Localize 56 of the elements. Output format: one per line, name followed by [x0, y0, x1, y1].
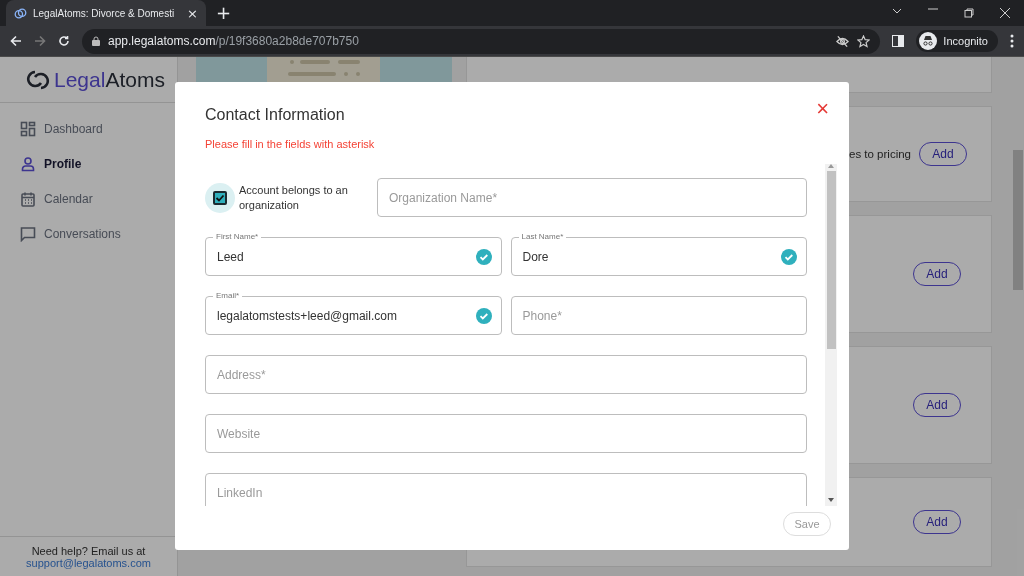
address-field[interactable]: app.legalatoms.com/p/19f3680a2b8de707b750: [82, 28, 881, 54]
eye-off-icon[interactable]: [836, 35, 850, 47]
dashboard-icon: [20, 121, 36, 137]
check-circle-icon: [475, 249, 492, 265]
check-circle-icon: [781, 249, 797, 265]
more-menu-icon[interactable]: [1010, 34, 1014, 48]
incognito-icon: [919, 32, 938, 50]
checkmark-icon: [215, 192, 225, 203]
add-button[interactable]: Add: [913, 510, 961, 534]
input-field[interactable]: Phone*: [510, 296, 807, 335]
input-field[interactable]: Address*: [205, 355, 807, 394]
calendar-icon: [20, 191, 36, 207]
incognito-button[interactable]: Incognito: [916, 30, 998, 52]
scroll-down-icon[interactable]: [828, 498, 834, 503]
support-email-link[interactable]: support@legalatoms.com: [26, 556, 151, 569]
help-text: Need help? Email us at: [31, 544, 146, 557]
nav-item[interactable]: Conversations: [20, 226, 177, 242]
lock-icon: [92, 36, 100, 46]
dialog-title: Contact Information: [205, 106, 346, 124]
close-button[interactable]: ×: [816, 98, 829, 120]
chevron-down-icon[interactable]: [892, 8, 902, 14]
checkbox[interactable]: [213, 190, 227, 205]
back-arrow-icon[interactable]: [10, 35, 22, 47]
check-circle-icon: [475, 308, 492, 324]
nav-item[interactable]: Dashboard: [20, 121, 177, 137]
close-icon[interactable]: [1000, 8, 1010, 18]
url-path: /p/19f3680a2b8de707b750: [215, 34, 359, 48]
input-field[interactable]: Website: [205, 414, 807, 453]
restore-icon[interactable]: [964, 8, 974, 18]
tab-close-button[interactable]: ×: [187, 6, 198, 20]
reload-icon[interactable]: [58, 35, 70, 47]
add-button[interactable]: Add: [919, 142, 967, 166]
url-host: app.legalatoms.com: [108, 34, 216, 48]
nav-item[interactable]: Profile: [20, 156, 177, 172]
add-button[interactable]: Add: [913, 262, 961, 286]
browser-tab[interactable]: LegalAtoms: Divorce & Domesti ×: [6, 0, 206, 26]
nav-item[interactable]: Calendar: [20, 191, 177, 207]
add-button[interactable]: Add: [913, 393, 961, 417]
error-message: Please fill in the fields with asterisk: [205, 138, 376, 150]
person-icon: [20, 156, 36, 172]
dialog-scrollbar[interactable]: [825, 164, 837, 506]
logo-text: LegalAtoms: [54, 67, 165, 92]
field-label: Last Name*: [518, 232, 567, 242]
tab-title: LegalAtoms: Divorce & Domesti: [33, 7, 176, 19]
logo-icon: [14, 6, 27, 20]
input-field[interactable]: Organization Name*: [377, 178, 807, 217]
field-label: First Name*: [213, 232, 262, 242]
forward-arrow-icon[interactable]: [34, 35, 46, 47]
side-panel-icon[interactable]: [892, 35, 905, 47]
star-icon[interactable]: [857, 34, 871, 48]
card-text: es to pricing: [849, 148, 911, 160]
new-tab-button[interactable]: +: [216, 4, 232, 22]
checkbox-label: Account belongs to an organization: [239, 182, 349, 213]
field-label: Email*: [213, 291, 243, 301]
chat-icon: [20, 226, 36, 242]
input-field[interactable]: LinkedIn: [205, 473, 807, 506]
